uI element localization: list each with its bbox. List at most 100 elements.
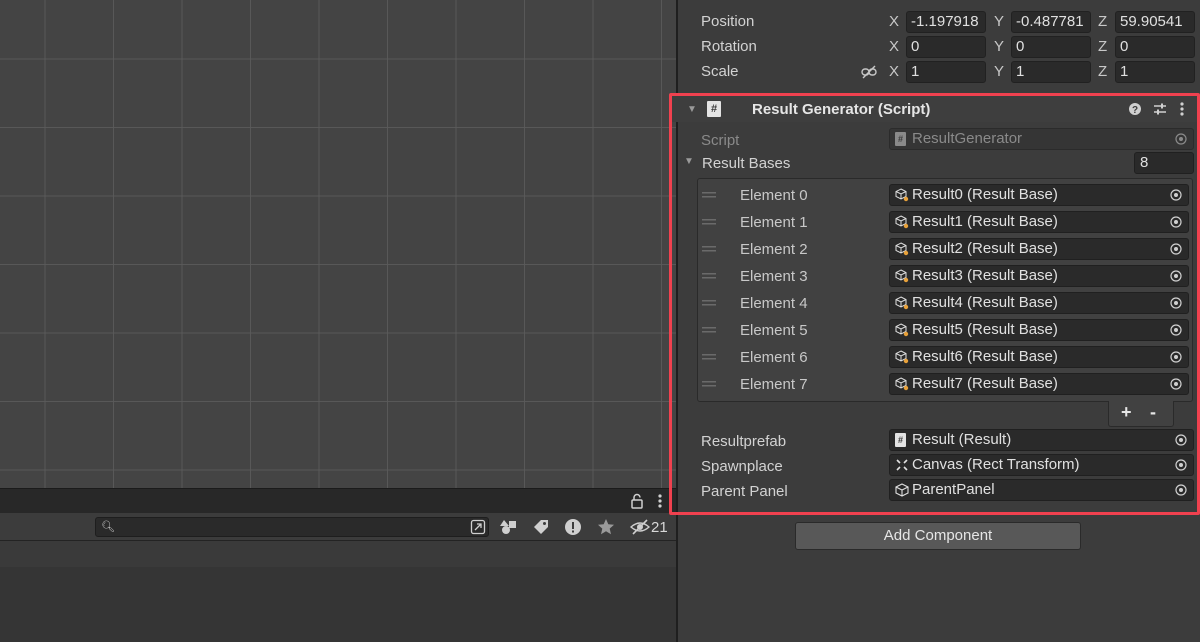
- script-label: Script: [701, 132, 740, 149]
- foldout-arrow-icon[interactable]: ▼: [687, 104, 697, 115]
- object-picker-icon[interactable]: [1170, 297, 1182, 309]
- list-item[interactable]: Element 4 Result4 (Result Base): [698, 290, 1192, 317]
- filter-by-label-icon[interactable]: [532, 518, 550, 536]
- rotation-row: Rotation X 0 Y 0 Z 0: [678, 35, 1200, 59]
- element-value-field[interactable]: Result4 (Result Base): [889, 292, 1189, 314]
- console-toolbar: 🔍︎ 21: [0, 513, 676, 541]
- add-component-button[interactable]: Add Component: [795, 522, 1081, 550]
- object-picker-icon[interactable]: [1170, 378, 1182, 390]
- element-label: Element 2: [740, 241, 808, 258]
- list-size-field[interactable]: 8: [1134, 152, 1194, 174]
- search-popout-icon[interactable]: [470, 519, 486, 535]
- object-picker-icon[interactable]: [1175, 484, 1187, 496]
- axis-y-label: Y: [994, 63, 1005, 80]
- lock-icon[interactable]: [630, 493, 644, 509]
- list-item[interactable]: Element 6 Result6 (Result Base): [698, 344, 1192, 371]
- object-picker-icon[interactable]: [1170, 189, 1182, 201]
- add-element-button[interactable]: +: [1121, 402, 1132, 423]
- scene-view[interactable]: [0, 0, 676, 488]
- kebab-menu-icon[interactable]: [656, 493, 664, 509]
- axis-z-label: Z: [1098, 13, 1108, 30]
- log-row[interactable]: [0, 541, 676, 567]
- position-y-field[interactable]: -0.487781: [1011, 11, 1091, 33]
- drag-handle-icon[interactable]: [702, 273, 716, 279]
- filter-by-type-icon[interactable]: [500, 518, 518, 536]
- list-item[interactable]: Element 3 Result3 (Result Base): [698, 263, 1192, 290]
- element-value-field[interactable]: Result5 (Result Base): [889, 319, 1189, 341]
- axis-x-label: X: [889, 13, 900, 30]
- scale-z-field[interactable]: 1: [1115, 61, 1195, 83]
- list-item[interactable]: Element 0 Result0 (Result Base): [698, 182, 1192, 209]
- position-label: Position: [701, 13, 755, 30]
- scale-label: Scale: [701, 63, 739, 80]
- drag-handle-icon[interactable]: [702, 219, 716, 225]
- list-item[interactable]: Element 7 Result7 (Result Base): [698, 371, 1192, 398]
- drag-handle-icon[interactable]: [702, 192, 716, 198]
- object-picker-icon[interactable]: [1170, 351, 1182, 363]
- element-value-field[interactable]: Result0 (Result Base): [889, 184, 1189, 206]
- position-x-field[interactable]: -1.197918: [906, 11, 986, 33]
- list-item[interactable]: Element 1 Result1 (Result Base): [698, 209, 1192, 236]
- element-value-field[interactable]: Result7 (Result Base): [889, 373, 1189, 395]
- result-base-component-icon: [895, 350, 909, 364]
- constrain-proportions-icon[interactable]: [861, 64, 877, 80]
- drag-handle-icon[interactable]: [702, 300, 716, 306]
- list-item[interactable]: Element 5 Result5 (Result Base): [698, 317, 1192, 344]
- component-header[interactable]: ▼ # Result Generator (Script) ?: [672, 96, 1197, 122]
- script-icon: #: [707, 101, 721, 117]
- search-input[interactable]: [114, 519, 464, 535]
- element-label: Element 1: [740, 214, 808, 231]
- resultprefab-field[interactable]: # Result (Result): [889, 429, 1194, 451]
- hidden-count: 21: [651, 519, 668, 536]
- axis-z-label: Z: [1098, 38, 1108, 55]
- drag-handle-icon[interactable]: [702, 327, 716, 333]
- rect-transform-icon: [896, 459, 908, 471]
- element-value: Result5 (Result Base): [912, 321, 1058, 338]
- element-value-field[interactable]: Result2 (Result Base): [889, 238, 1189, 260]
- parent-panel-field[interactable]: ParentPanel: [889, 479, 1194, 501]
- preset-icon[interactable]: [1153, 101, 1167, 117]
- error-filter-icon[interactable]: [564, 518, 582, 536]
- console-search[interactable]: 🔍︎: [95, 517, 489, 537]
- help-icon[interactable]: ?: [1128, 101, 1142, 117]
- axis-y-label: Y: [994, 38, 1005, 55]
- list-item[interactable]: Element 2 Result2 (Result Base): [698, 236, 1192, 263]
- drag-handle-icon[interactable]: [702, 354, 716, 360]
- position-z-field[interactable]: 59.90541: [1115, 11, 1195, 33]
- element-label: Element 6: [740, 349, 808, 366]
- scale-x-field[interactable]: 1: [906, 61, 986, 83]
- result-bases-list: Element 0 Result0 (Result Base) Element 1 R…: [697, 178, 1193, 402]
- rotation-x-field[interactable]: 0: [906, 36, 986, 58]
- rotation-y-field[interactable]: 0: [1011, 36, 1091, 58]
- spawnplace-label: Spawnplace: [701, 458, 783, 475]
- element-value-field[interactable]: Result3 (Result Base): [889, 265, 1189, 287]
- element-value: Result3 (Result Base): [912, 267, 1058, 284]
- element-value-field[interactable]: Result6 (Result Base): [889, 346, 1189, 368]
- rotation-z-field[interactable]: 0: [1115, 36, 1195, 58]
- component-title: Result Generator (Script): [752, 101, 931, 118]
- object-picker-icon[interactable]: [1170, 243, 1182, 255]
- object-picker-icon[interactable]: [1170, 270, 1182, 282]
- object-picker-icon[interactable]: [1175, 434, 1187, 446]
- console-log-area[interactable]: [0, 541, 676, 642]
- result-bases-foldout-icon[interactable]: ▼: [684, 156, 694, 167]
- parent-panel-label: Parent Panel: [701, 483, 788, 500]
- favorite-star-icon[interactable]: [597, 518, 615, 536]
- object-picker-icon[interactable]: [1170, 216, 1182, 228]
- hidden-eye-icon[interactable]: [630, 518, 650, 536]
- console-tab-bar: [0, 488, 676, 513]
- object-picker-icon[interactable]: [1170, 324, 1182, 336]
- remove-element-button[interactable]: -: [1150, 402, 1156, 423]
- spawnplace-field[interactable]: Canvas (Rect Transform): [889, 454, 1194, 476]
- axis-x-label: X: [889, 38, 900, 55]
- object-picker-icon[interactable]: [1175, 459, 1187, 471]
- result-base-component-icon: [895, 269, 909, 283]
- element-value-field[interactable]: Result1 (Result Base): [889, 211, 1189, 233]
- drag-handle-icon[interactable]: [702, 246, 716, 252]
- kebab-menu-icon[interactable]: [1178, 101, 1186, 117]
- script-file-icon: #: [895, 132, 906, 146]
- scale-y-field[interactable]: 1: [1011, 61, 1091, 83]
- resultprefab-value: Result (Result): [912, 431, 1012, 448]
- gameobject-cube-icon: [895, 483, 909, 497]
- drag-handle-icon[interactable]: [702, 381, 716, 387]
